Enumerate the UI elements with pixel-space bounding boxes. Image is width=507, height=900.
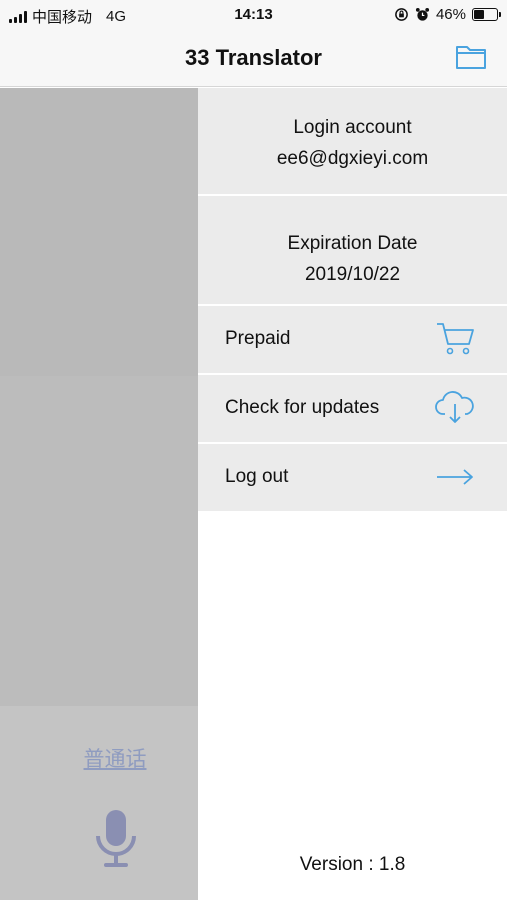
menu-item-label: Check for updates <box>225 397 380 418</box>
status-bar-right: 46% <box>394 6 501 23</box>
login-account-block: Login account ee6@dgxieyi.com <box>198 88 507 194</box>
battery-percent: 46% <box>435 6 466 23</box>
version-label: Version : 1.8 <box>299 854 406 875</box>
menu-item-prepaid[interactable]: Prepaid <box>198 306 507 373</box>
battery-fill <box>474 10 485 19</box>
expiration-label: Expiration Date <box>287 233 418 254</box>
microphone-icon[interactable] <box>94 808 138 870</box>
menu-item-check-updates[interactable]: Check for updates <box>198 375 507 442</box>
login-account-value: ee6@dgxieyi.com <box>276 148 429 169</box>
battery-icon <box>472 8 501 21</box>
alarm-icon <box>415 7 430 21</box>
rotation-lock-icon <box>395 8 408 21</box>
expiration-block: Expiration Date 2019/10/22 <box>198 196 507 304</box>
language-selector[interactable]: 普通话 <box>0 743 230 773</box>
target-text-area <box>0 376 198 706</box>
nav-bar: 33 Translator <box>0 30 507 87</box>
main-content-overlay[interactable]: 普通话 <box>0 88 198 900</box>
source-text-area <box>0 88 198 376</box>
folder-icon[interactable] <box>455 43 487 71</box>
menu-item-label: Log out <box>225 466 289 487</box>
cloud-download-icon <box>435 391 474 423</box>
status-bar: 中国移动 4G 14:13 46% <box>0 0 507 30</box>
login-account-label: Login account <box>293 117 412 138</box>
cart-icon <box>437 323 474 355</box>
arrow-right-icon <box>437 469 473 485</box>
expiration-value: 2019/10/22 <box>304 264 401 285</box>
menu-item-log-out[interactable]: Log out <box>198 444 507 511</box>
side-drawer: Login account ee6@dgxieyi.com Expiration… <box>198 88 507 900</box>
app-title: 33 Translator <box>185 45 322 70</box>
menu-item-label: Prepaid <box>225 328 291 349</box>
